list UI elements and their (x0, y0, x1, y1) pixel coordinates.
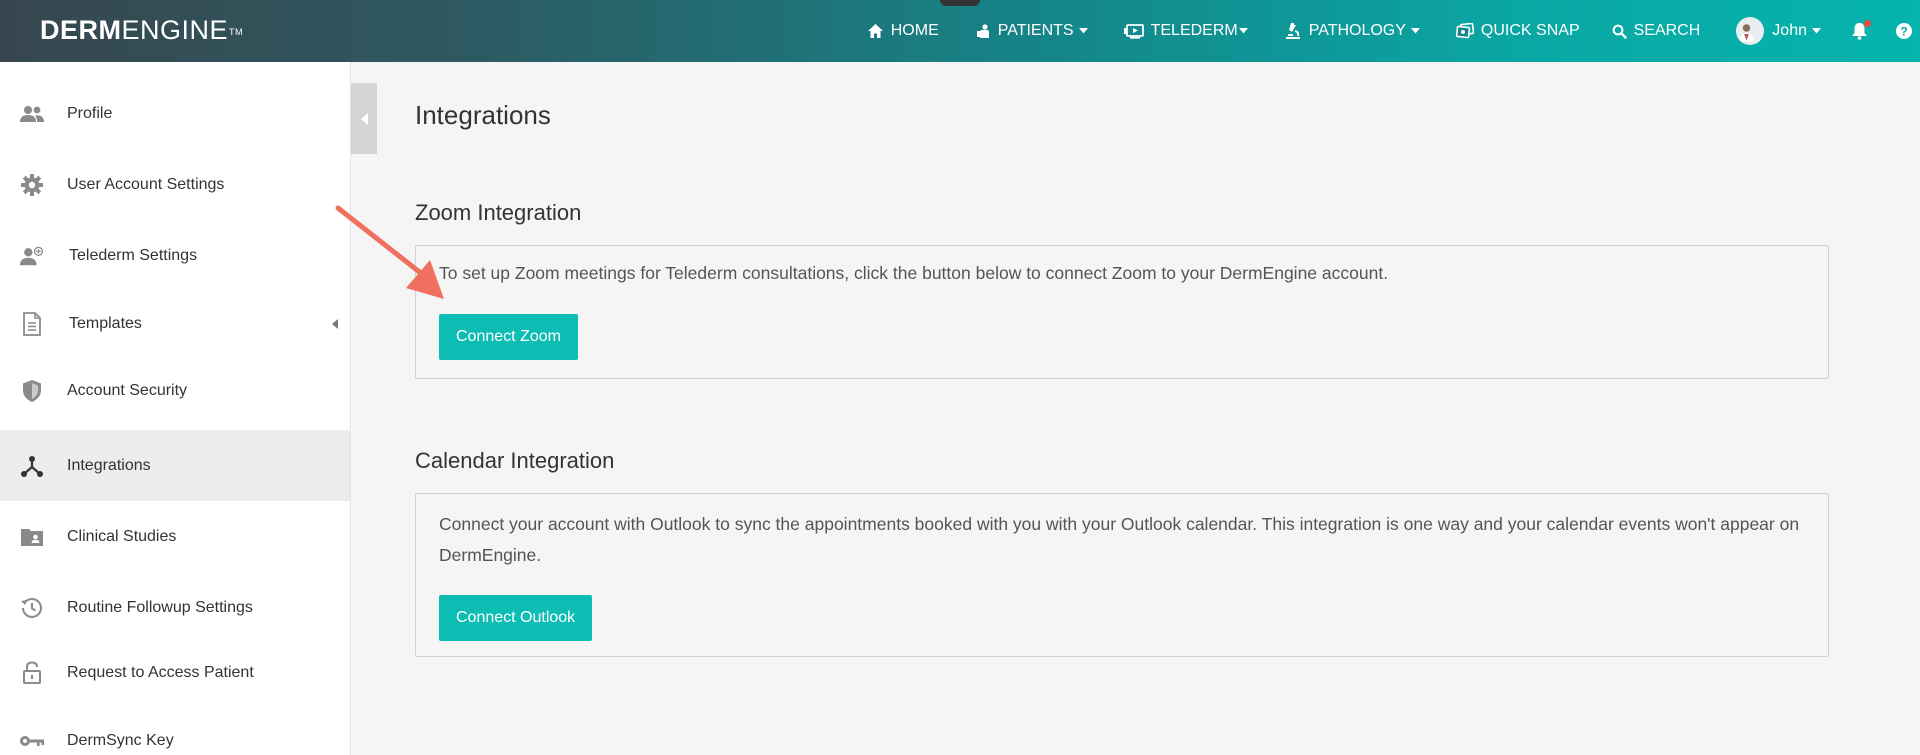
sidebar-item-dermsync-key[interactable]: DermSync Key (0, 705, 350, 755)
svg-text:?: ? (1900, 24, 1907, 38)
share-nodes-icon (19, 453, 45, 479)
notifications-button[interactable] (1851, 20, 1871, 40)
nav-patients-label: PATIENTS (997, 22, 1074, 39)
avatar (1736, 17, 1765, 45)
main-content: Integrations Zoom Integration To set up … (377, 62, 1920, 755)
photo-stack-icon (1455, 22, 1474, 38)
folder-id-icon (19, 524, 45, 550)
nav-telederm-label: TELEDERM (1150, 22, 1238, 39)
sidebar-item-label: Profile (67, 104, 113, 122)
chevron-down-icon (1238, 28, 1248, 34)
nav-home-label: HOME (890, 22, 939, 39)
calendar-description: Connect your account with Outlook to syn… (439, 514, 1800, 565)
connect-outlook-button[interactable]: Connect Outlook (439, 595, 593, 641)
nav-search-label: SEARCH (1633, 22, 1701, 39)
chevron-left-icon (360, 112, 368, 125)
sidebar-item-label: Clinical Studies (67, 527, 177, 545)
logo-engine: ENGINE (121, 15, 229, 45)
nav-patients[interactable]: PATIENTS (975, 22, 1088, 40)
calendar-section-title: Calendar Integration (415, 448, 615, 473)
nav-search[interactable]: SEARCH (1612, 22, 1701, 40)
sidebar-item-telederm-settings[interactable]: Telederm Settings (0, 220, 350, 291)
chevron-left-icon[interactable] (332, 318, 338, 329)
history-icon (19, 595, 45, 621)
zoom-description: To set up Zoom meetings for Telederm con… (439, 263, 1389, 283)
page-title: Integrations (415, 100, 551, 130)
help-button[interactable]: ? (1896, 23, 1912, 39)
top-navbar: DERMENGINETM HOME PATIENTS TELEDERM PATH… (0, 0, 1920, 62)
sidebar-item-label: Telederm Settings (69, 246, 198, 264)
shield-icon (19, 378, 45, 404)
nav-home[interactable]: HOME (867, 22, 939, 40)
home-icon (867, 24, 883, 38)
microscope-icon (1285, 23, 1300, 39)
dermengine-logo[interactable]: DERMENGINETM (40, 15, 243, 45)
sidebar-item-routine-followup-settings[interactable]: Routine Followup Settings (0, 572, 350, 643)
document-icon (19, 311, 45, 337)
user-name: John (1772, 22, 1807, 39)
settings-sidebar: Profile User Account Settings Telederm S… (0, 62, 351, 755)
logo-derm: DERM (40, 15, 122, 45)
telederm-icon (1123, 24, 1144, 39)
question-circle-icon: ? (1896, 23, 1912, 39)
search-icon (1612, 24, 1627, 39)
users-icon (19, 101, 45, 127)
sidebar-item-label: Account Security (67, 381, 188, 399)
user-add-icon (19, 243, 45, 269)
calendar-integration-panel: Connect your account with Outlook to syn… (415, 493, 1829, 657)
key-icon (19, 728, 45, 754)
nav-quick-snap-label: QUICK SNAP (1480, 22, 1580, 39)
sidebar-item-profile[interactable]: Profile (0, 78, 350, 149)
nav-quick-snap[interactable]: QUICK SNAP (1455, 22, 1580, 40)
chevron-down-icon (1078, 28, 1088, 34)
sidebar-item-request-access-patient[interactable]: Request to Access Patient (0, 637, 350, 708)
sidebar-collapse-toggle[interactable] (351, 83, 377, 154)
nav-pathology[interactable]: PATHOLOGY (1284, 22, 1420, 40)
connect-zoom-button[interactable]: Connect Zoom (439, 314, 578, 360)
logo-trademark: TM (229, 27, 244, 37)
sidebar-item-user-account-settings[interactable]: User Account Settings (0, 149, 350, 220)
patients-icon (976, 24, 989, 38)
main-nav: HOME PATIENTS TELEDERM PATHOLOGY QUICK S… (867, 0, 1920, 62)
sidebar-item-account-security[interactable]: Account Security (0, 355, 350, 426)
notification-badge (1864, 20, 1871, 27)
nav-telederm[interactable]: TELEDERM (1123, 22, 1248, 40)
chevron-down-icon (1410, 28, 1420, 34)
zoom-integration-panel: To set up Zoom meetings for Telederm con… (415, 245, 1829, 379)
gear-icon (19, 172, 45, 198)
sidebar-item-label: Integrations (67, 456, 151, 474)
unlock-icon (19, 660, 45, 686)
user-menu[interactable]: John (1736, 17, 1821, 45)
sidebar-item-label: User Account Settings (67, 175, 225, 193)
annotation-arrow (335, 205, 444, 299)
sidebar-item-label: DermSync Key (67, 731, 174, 749)
sidebar-item-integrations[interactable]: Integrations (0, 430, 350, 501)
chevron-down-icon (1812, 28, 1821, 34)
sidebar-item-label: Templates (69, 314, 142, 332)
sidebar-item-templates[interactable]: Templates (0, 288, 350, 359)
nav-pathology-label: PATHOLOGY (1308, 22, 1406, 39)
sidebar-item-clinical-studies[interactable]: Clinical Studies (0, 501, 350, 572)
sidebar-item-label: Routine Followup Settings (67, 598, 253, 616)
sidebar-item-label: Request to Access Patient (67, 663, 254, 681)
